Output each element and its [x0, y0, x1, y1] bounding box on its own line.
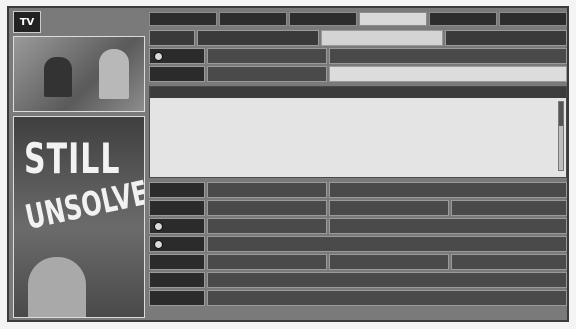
tv-logo: TV — [13, 11, 41, 33]
channel-label[interactable] — [149, 254, 205, 270]
scrollbar-thumb[interactable] — [559, 102, 563, 126]
program-cell[interactable] — [329, 182, 567, 198]
poster-face-image — [28, 257, 86, 317]
program-detail-panel — [149, 86, 567, 178]
channel-label[interactable] — [149, 182, 205, 198]
channel-label[interactable] — [149, 48, 205, 64]
program-cell[interactable] — [207, 254, 327, 270]
channel-row — [149, 290, 567, 306]
time-slot[interactable] — [445, 30, 567, 46]
time-slot[interactable] — [197, 30, 319, 46]
tv-guide-screen: TV STILL UNSOLVED — [7, 6, 569, 322]
top-navigation — [149, 12, 567, 26]
channel-row — [149, 66, 567, 82]
program-cell[interactable] — [207, 182, 327, 198]
program-cell[interactable] — [207, 218, 327, 234]
channel-logo-icon — [154, 239, 163, 249]
program-cell[interactable] — [329, 218, 567, 234]
program-description — [150, 98, 566, 110]
time-slot-current[interactable] — [321, 30, 443, 46]
channel-row — [149, 272, 567, 288]
channel-row — [149, 254, 567, 270]
channel-logo-icon — [154, 51, 163, 61]
nav-tab[interactable] — [499, 12, 567, 26]
program-cell[interactable] — [329, 200, 449, 216]
program-cell[interactable] — [329, 48, 567, 64]
program-cell[interactable] — [207, 48, 327, 64]
promo-poster[interactable]: STILL UNSOLVED — [13, 116, 145, 318]
channel-logo-icon — [154, 221, 163, 231]
nav-tab[interactable] — [289, 12, 357, 26]
channel-row — [149, 48, 567, 64]
channel-label[interactable] — [149, 218, 205, 234]
channel-label[interactable] — [149, 272, 205, 288]
channel-row — [149, 200, 567, 216]
program-cell-selected[interactable] — [329, 66, 567, 82]
time-header-date — [149, 30, 195, 46]
channel-row — [149, 236, 567, 252]
program-cell[interactable] — [207, 66, 327, 82]
time-header — [149, 30, 567, 46]
channel-row — [149, 182, 567, 198]
channel-label[interactable] — [149, 236, 205, 252]
detail-scrollbar[interactable] — [558, 101, 564, 171]
nav-tab[interactable] — [429, 12, 497, 26]
live-preview-window[interactable] — [13, 36, 145, 112]
program-cell[interactable] — [207, 272, 567, 288]
nav-tab-active[interactable] — [359, 12, 427, 26]
channel-label[interactable] — [149, 200, 205, 216]
program-cell[interactable] — [207, 290, 567, 306]
poster-title-line1: STILL — [24, 135, 121, 184]
channel-label[interactable] — [149, 66, 205, 82]
program-cell[interactable] — [451, 254, 567, 270]
preview-figure — [99, 49, 129, 99]
nav-tab[interactable] — [149, 12, 217, 26]
program-cell[interactable] — [207, 200, 327, 216]
detail-header-bar — [150, 87, 566, 98]
preview-figure — [44, 57, 72, 97]
channel-label[interactable] — [149, 290, 205, 306]
program-cell[interactable] — [329, 254, 449, 270]
nav-tab[interactable] — [219, 12, 287, 26]
program-cell[interactable] — [207, 236, 567, 252]
program-cell[interactable] — [451, 200, 567, 216]
channel-row — [149, 218, 567, 234]
